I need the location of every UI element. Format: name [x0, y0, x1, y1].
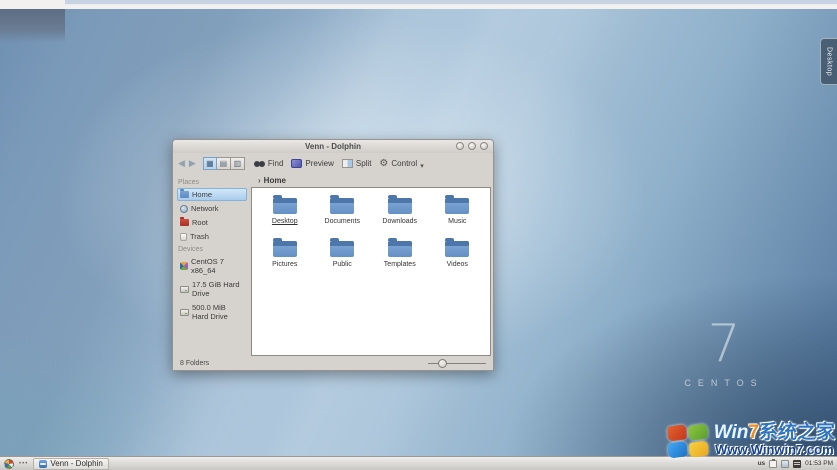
clock[interactable]: 01:53 PM — [805, 460, 833, 467]
dolphin-window: Venn - Dolphin ◀ ▶ ▦ ▤ ▥ Find Preview Sp… — [172, 139, 494, 371]
folder-icon — [445, 238, 470, 257]
centos-seven: 7 — [707, 314, 741, 374]
wallpaper-dark-corner — [0, 9, 65, 43]
folder-icon — [330, 238, 355, 257]
control-button[interactable]: ⚙ Control ▾ — [377, 156, 425, 171]
folder-desktop[interactable]: Desktop — [257, 195, 313, 225]
folder-templates[interactable]: Templates — [372, 238, 428, 268]
status-summary: 8 Folders — [180, 359, 210, 367]
centos-brand: CENTOS — [684, 378, 764, 388]
zoom-slider-handle[interactable] — [438, 358, 447, 368]
preview-button[interactable]: Preview — [289, 158, 335, 169]
find-label: Find — [267, 159, 284, 168]
sidebar-item-label: Home — [192, 190, 213, 199]
winwin7-watermark: Win7系统之家 Www.Winwin7.com — [667, 422, 835, 461]
sidebar-item-label: Network — [191, 204, 219, 213]
folder-icon — [330, 195, 355, 214]
split-icon — [341, 159, 353, 168]
window-titlebar[interactable]: Venn - Dolphin — [173, 140, 493, 153]
split-button[interactable]: Split — [340, 158, 374, 169]
sidebar-item-network[interactable]: Network — [177, 202, 247, 215]
breadcrumb-arrow-icon: › — [258, 176, 261, 185]
folder-music[interactable]: Music — [429, 195, 485, 225]
desktop-toolbox-label: Desktop — [825, 46, 833, 77]
sidebar-item-hdd-17gib[interactable]: 17.5 GiB Hard Drive — [177, 278, 247, 300]
folder-public[interactable]: Public — [314, 238, 370, 268]
places-header: Places — [178, 179, 200, 186]
watermark-url: Www.Winwin7.com — [715, 442, 834, 457]
breadcrumb-home[interactable]: Home — [264, 176, 286, 185]
folder-icon — [272, 195, 297, 214]
sidebar-item-hdd-500mib[interactable]: 500.0 MiB Hard Drive — [177, 301, 247, 323]
preview-label: Preview — [305, 159, 334, 168]
details-view-button[interactable]: ▥ — [230, 157, 245, 170]
folder-icon — [387, 238, 412, 257]
hard-drive-icon — [180, 285, 189, 293]
split-label: Split — [355, 159, 372, 168]
hard-drive-icon — [180, 308, 189, 316]
top-edge-strip — [0, 0, 837, 9]
task-label: Venn - Dolphin — [50, 459, 103, 468]
folder-documents[interactable]: Documents — [314, 195, 370, 225]
folder-downloads[interactable]: Downloads — [372, 195, 428, 225]
home-folder-icon — [180, 189, 189, 198]
folder-icon — [272, 238, 297, 257]
desktop-toolbox-tab[interactable]: Desktop — [820, 38, 837, 85]
maximize-button[interactable] — [468, 142, 476, 150]
keyboard-layout-indicator[interactable]: us — [758, 460, 766, 467]
binoculars-icon — [253, 160, 265, 167]
folder-videos[interactable]: Videos — [429, 238, 485, 268]
zoom-slider-track — [428, 362, 486, 364]
icons-view-button[interactable]: ▦ — [202, 157, 217, 170]
dolphin-icon — [39, 459, 48, 468]
forward-icon[interactable]: ▶ — [189, 159, 196, 168]
window-title: Venn - Dolphin — [305, 142, 361, 151]
centos-logo-icon — [180, 262, 188, 270]
close-button[interactable] — [480, 142, 488, 150]
sidebar-item-label: Trash — [190, 232, 209, 241]
breadcrumb[interactable]: › Home — [251, 174, 493, 187]
sidebar-item-label: 500.0 MiB Hard Drive — [192, 303, 228, 321]
devices-header: Devices — [178, 246, 203, 253]
pager-dots-icon[interactable]: ••• — [19, 461, 28, 467]
root-folder-icon — [180, 217, 189, 226]
compact-view-button[interactable]: ▤ — [216, 157, 231, 170]
sidebar-item-label: Root — [192, 218, 208, 227]
gear-icon: ⚙ — [379, 157, 389, 169]
back-icon[interactable]: ◀ — [178, 159, 185, 168]
status-bar: 8 Folders — [173, 356, 493, 370]
sidebar-item-root[interactable]: Root — [177, 216, 247, 229]
windows-flag-logo — [667, 423, 710, 461]
folder-icon — [445, 195, 470, 214]
sidebar-item-centos-volume[interactable]: CentOS 7 x86_64 — [177, 255, 247, 277]
minimize-button[interactable] — [456, 142, 464, 150]
top-edge-accent — [65, 0, 837, 5]
folder-pictures[interactable]: Pictures — [257, 238, 313, 268]
folder-icon — [387, 195, 412, 214]
folder-view[interactable]: Desktop Documents Downloads Music Pictur… — [251, 187, 491, 356]
sidebar-item-trash[interactable]: Trash — [177, 230, 247, 243]
sidebar-item-home[interactable]: Home — [177, 188, 247, 201]
sidebar-item-label: 17.5 GiB Hard Drive — [192, 280, 240, 298]
find-button[interactable]: Find — [252, 158, 286, 169]
watermark-title: Win7系统之家 — [713, 422, 835, 443]
zoom-slider[interactable] — [428, 358, 486, 368]
taskbar-task-dolphin[interactable]: Venn - Dolphin — [33, 457, 109, 470]
sidebar-item-label: CentOS 7 x86_64 — [191, 257, 224, 275]
control-label: Control — [391, 159, 418, 168]
places-panel: Places Home Network Root Trash Devices C… — [173, 174, 251, 356]
network-globe-icon — [180, 204, 188, 213]
toolbar: ◀ ▶ ▦ ▤ ▥ Find Preview Split ⚙ Control ▾ — [173, 153, 493, 174]
centos-wallpaper-mark: 7 CENTOS — [664, 316, 784, 388]
app-launcher-icon[interactable] — [4, 458, 14, 469]
trash-icon — [180, 232, 187, 241]
preview-icon — [291, 159, 303, 168]
chevron-down-icon: ▾ — [420, 163, 424, 170]
